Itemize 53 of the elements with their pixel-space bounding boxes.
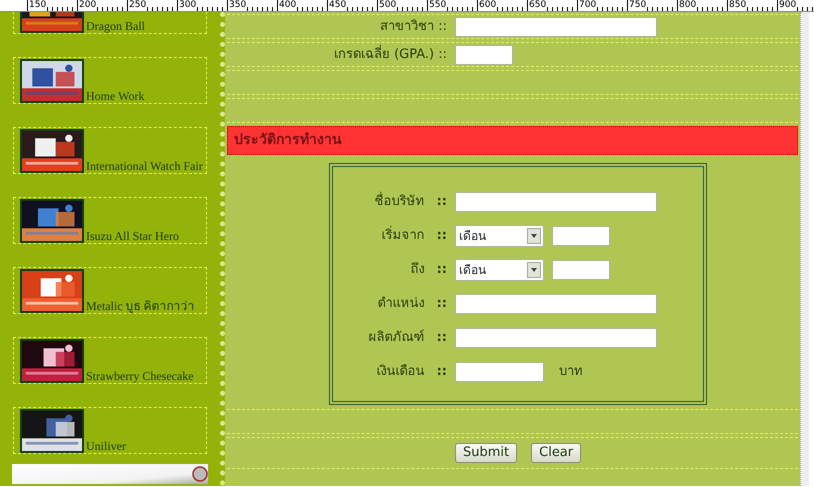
month-dropdown[interactable]: เดือน [455, 259, 544, 281]
field-label: เงินเดือน [376, 364, 425, 380]
separator-text: :: [436, 296, 447, 312]
input-field[interactable] [455, 16, 657, 36]
input-field[interactable] [455, 362, 544, 382]
field-label: ตำแหน่ง [378, 296, 425, 312]
ruler-label: 900 [778, 0, 798, 11]
input-field[interactable] [455, 328, 657, 348]
sidebar-item[interactable]: Metalic บูธ คิตากาว่า [86, 300, 195, 313]
ruler-label: 450 [328, 0, 348, 11]
clear-button[interactable]: Clear [531, 443, 582, 463]
sidebar-item[interactable]: Uniliver [86, 440, 126, 453]
input-field[interactable] [455, 44, 513, 64]
ruler-label: 800 [678, 0, 698, 11]
submit-button[interactable]: Submit [455, 443, 518, 463]
ruler-label: 150 [28, 0, 48, 11]
sidebar-item[interactable]: Home Work [86, 90, 144, 103]
separator-text: :: [436, 330, 447, 346]
sidebar-item[interactable]: Dragon Ball [86, 20, 145, 33]
ruler-label: 850 [728, 0, 748, 11]
ruler-label: 400 [278, 0, 298, 11]
sidebar-item[interactable]: International Watch Fair [86, 160, 203, 173]
sidebar-item[interactable]: Strawberry Chesecake [86, 370, 194, 383]
separator-text: :: [436, 262, 447, 278]
separator-text: :: [436, 228, 447, 244]
ruler-label: 300 [178, 0, 198, 11]
field-label: ถึง [410, 262, 425, 278]
field-label: สาขาวิชา [380, 18, 434, 34]
sidebar-item[interactable]: Isuzu All Star Hero [86, 230, 179, 243]
separator-text: :: [436, 364, 447, 380]
ruler-label: 550 [428, 0, 448, 11]
ruler-label: 600 [478, 0, 498, 11]
ruler-label: 750 [628, 0, 648, 11]
ruler-label: 350 [228, 0, 248, 11]
input-field[interactable] [455, 192, 657, 212]
ruler-label: 700 [578, 0, 598, 11]
input-field[interactable] [552, 226, 610, 246]
section-header: ประวัติการทำงาน [227, 126, 798, 155]
unit-label: บาท [559, 363, 583, 382]
ruler-label: 250 [128, 0, 148, 11]
field-label: เกรดเฉลี่ย (GPA.) [334, 46, 434, 62]
field-label: ผลิตภัณฑ์ [368, 330, 425, 346]
field-label: เริ่มจาก [382, 228, 425, 244]
separator-text: :: [438, 46, 447, 62]
separator-text: :: [436, 194, 447, 210]
input-field[interactable] [552, 260, 610, 280]
ruler-label: 200 [78, 0, 98, 11]
field-label: ชื่อบริษัท [374, 194, 425, 210]
input-field[interactable] [455, 294, 657, 314]
ruler-label: 500 [378, 0, 398, 11]
ruler-label: 650 [528, 0, 548, 11]
month-dropdown[interactable]: เดือน [455, 225, 544, 247]
separator-text: :: [438, 18, 447, 34]
